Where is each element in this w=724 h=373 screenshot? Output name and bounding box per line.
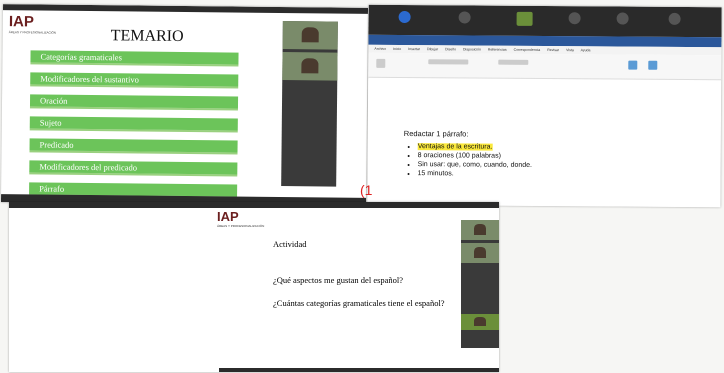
instruction-list: Ventajas de la escritura. 8 oraciones (1… xyxy=(407,143,532,180)
participant-video[interactable] xyxy=(461,220,499,240)
participant-tile[interactable] xyxy=(282,139,337,154)
question-1: ¿Qué aspectos me gustan del español? xyxy=(273,275,404,285)
participant-video[interactable] xyxy=(282,52,338,81)
tab-insertar[interactable]: Insertar xyxy=(408,47,420,51)
zoom-top-bar xyxy=(2,4,369,14)
participant-tile[interactable] xyxy=(282,97,337,112)
participant-video[interactable] xyxy=(516,11,533,26)
list-item: 8 oraciones (100 palabras) xyxy=(418,152,532,160)
dictate-icon[interactable] xyxy=(648,60,658,70)
participant-tile[interactable] xyxy=(461,280,499,294)
slide-heading: Actividad xyxy=(273,239,307,249)
list-item: Ventajas de la escritura. xyxy=(417,143,532,151)
iap-logo: IAP ÁREAS Y PROFESIONALIZACIÓN xyxy=(217,209,265,228)
participant-tile[interactable] xyxy=(282,125,337,140)
participant-avatar[interactable] xyxy=(398,10,411,24)
tab-vista[interactable]: Vista xyxy=(566,48,574,52)
figure-marker: (1 xyxy=(360,182,373,198)
tab-archivo[interactable]: Archivo xyxy=(374,47,386,51)
tab-inicio[interactable]: Inicio xyxy=(393,47,401,51)
tab-dibujar[interactable]: Dibujar xyxy=(427,47,438,51)
zoom-toolbar[interactable] xyxy=(219,368,499,372)
participant-avatar[interactable] xyxy=(458,11,471,24)
question-2: ¿Cuántas categorías gramaticales tiene e… xyxy=(273,298,445,308)
participant-tile[interactable] xyxy=(282,83,337,98)
participant-tile[interactable] xyxy=(461,266,499,280)
participant-gallery[interactable] xyxy=(281,21,338,187)
zoom-participant-strip xyxy=(368,4,722,38)
find-icon[interactable] xyxy=(628,60,638,70)
participant-avatar[interactable] xyxy=(568,12,581,25)
tab-ayuda[interactable]: Ayuda xyxy=(581,48,591,52)
topic-item: Oración xyxy=(29,94,239,111)
screenshot-word: Archivo Inicio Insertar Dibujar Diseño D… xyxy=(367,4,722,208)
slide-title: TEMARIO xyxy=(110,27,184,45)
participant-video[interactable] xyxy=(461,314,499,330)
document-heading: Redactar 1 párrafo: xyxy=(403,129,469,139)
topic-item: Sujeto xyxy=(29,116,238,133)
participant-avatar[interactable] xyxy=(616,12,629,25)
paragraph-tools[interactable] xyxy=(498,59,529,65)
font-selector[interactable] xyxy=(428,59,469,65)
tab-diseno[interactable]: Diseño xyxy=(445,47,456,51)
tab-revisar[interactable]: Revisar xyxy=(547,48,559,52)
participant-avatar[interactable] xyxy=(668,12,681,25)
word-ribbon xyxy=(368,52,722,81)
topic-item: Categorías gramaticales xyxy=(30,50,239,67)
iap-logo: IAP ÁREAS Y PROFESIONALIZACIÓN xyxy=(8,13,57,35)
topic-item: Predicado xyxy=(29,138,238,155)
topic-item: Modificadores del predicado xyxy=(29,160,238,177)
tab-referencias[interactable]: Referencias xyxy=(488,48,507,52)
tab-correspondencia[interactable]: Correspondencia xyxy=(514,48,541,52)
zoom-top-bar xyxy=(9,202,499,208)
participant-tile[interactable] xyxy=(461,294,499,308)
participant-video[interactable] xyxy=(461,243,499,263)
list-item: 15 minutos. xyxy=(418,170,532,178)
participant-gallery[interactable] xyxy=(461,220,499,348)
list-item: Sin usar: que, como, cuando, donde. xyxy=(418,161,532,169)
topic-item: Modificadores del sustantivo xyxy=(30,72,239,89)
paste-button[interactable] xyxy=(376,58,386,68)
screenshot-temario: IAP ÁREAS Y PROFESIONALIZACIÓN TEMARIO C… xyxy=(0,4,369,206)
document-page[interactable]: Redactar 1 párrafo: Ventajas de la escri… xyxy=(367,78,722,208)
participant-video[interactable] xyxy=(282,21,338,50)
tab-disposicion[interactable]: Disposición xyxy=(463,47,481,51)
topic-list: Categorías gramaticales Modificadores de… xyxy=(29,50,239,206)
participant-tile[interactable] xyxy=(282,111,337,126)
screenshot-actividad: IAP ÁREAS Y PROFESIONALIZACIÓN Actividad… xyxy=(9,202,499,372)
